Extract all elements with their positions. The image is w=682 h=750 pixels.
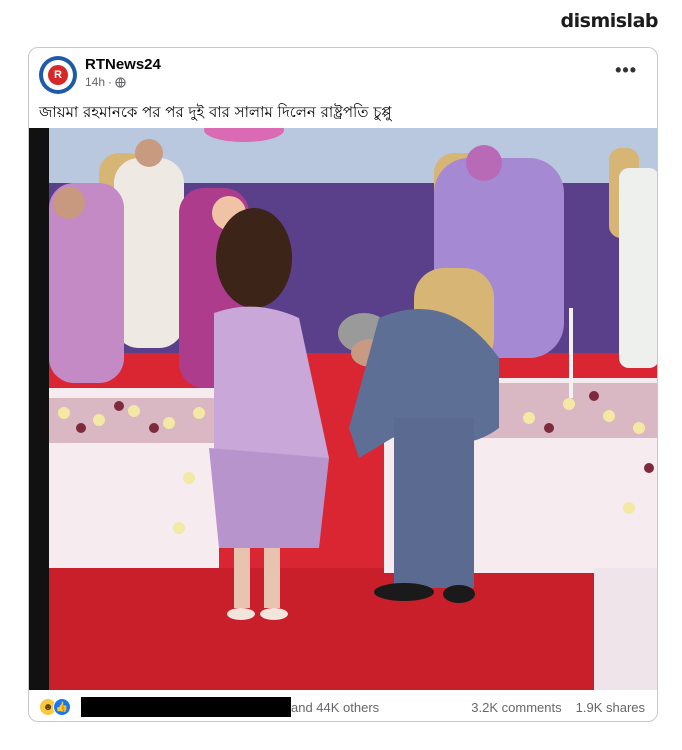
post-time[interactable]: 14h — [85, 75, 105, 89]
facebook-post-card: R RTNews24 14h · ••• জায়মা রহমানকে পর প… — [28, 47, 658, 722]
ceremony-photo-art — [29, 128, 657, 690]
comments-count-link[interactable]: 3.2K comments — [471, 700, 561, 715]
meta-separator: · — [108, 75, 113, 89]
reactors-summary[interactable]: and 44K others — [291, 700, 379, 715]
post-header: R RTNews24 14h · ••• — [29, 48, 657, 100]
globe-icon — [115, 76, 126, 88]
post-caption: জায়মা রহমানকে পর পর দুই বার সালাম দিলেন… — [39, 103, 392, 121]
page-avatar[interactable]: R — [39, 56, 77, 94]
post-footer: ☻ 👍 and 44K others 3.2K comments 1.9K sh… — [29, 692, 657, 721]
dismislab-watermark: dismislab — [560, 10, 659, 32]
reaction-icons[interactable]: ☻ 👍 — [39, 698, 71, 716]
post-photo[interactable] — [29, 128, 657, 690]
more-options-icon[interactable]: ••• — [615, 60, 637, 81]
engagement-counts: 3.2K comments 1.9K shares — [471, 700, 645, 715]
avatar-logo-icon: R — [48, 65, 68, 85]
shares-count-link[interactable]: 1.9K shares — [576, 700, 645, 715]
page-name-link[interactable]: RTNews24 — [85, 56, 161, 73]
avatar-logo-ring: R — [43, 60, 73, 90]
like-icon: 👍 — [53, 698, 71, 716]
redacted-names-bar — [81, 697, 291, 717]
post-meta: 14h · — [85, 75, 126, 89]
